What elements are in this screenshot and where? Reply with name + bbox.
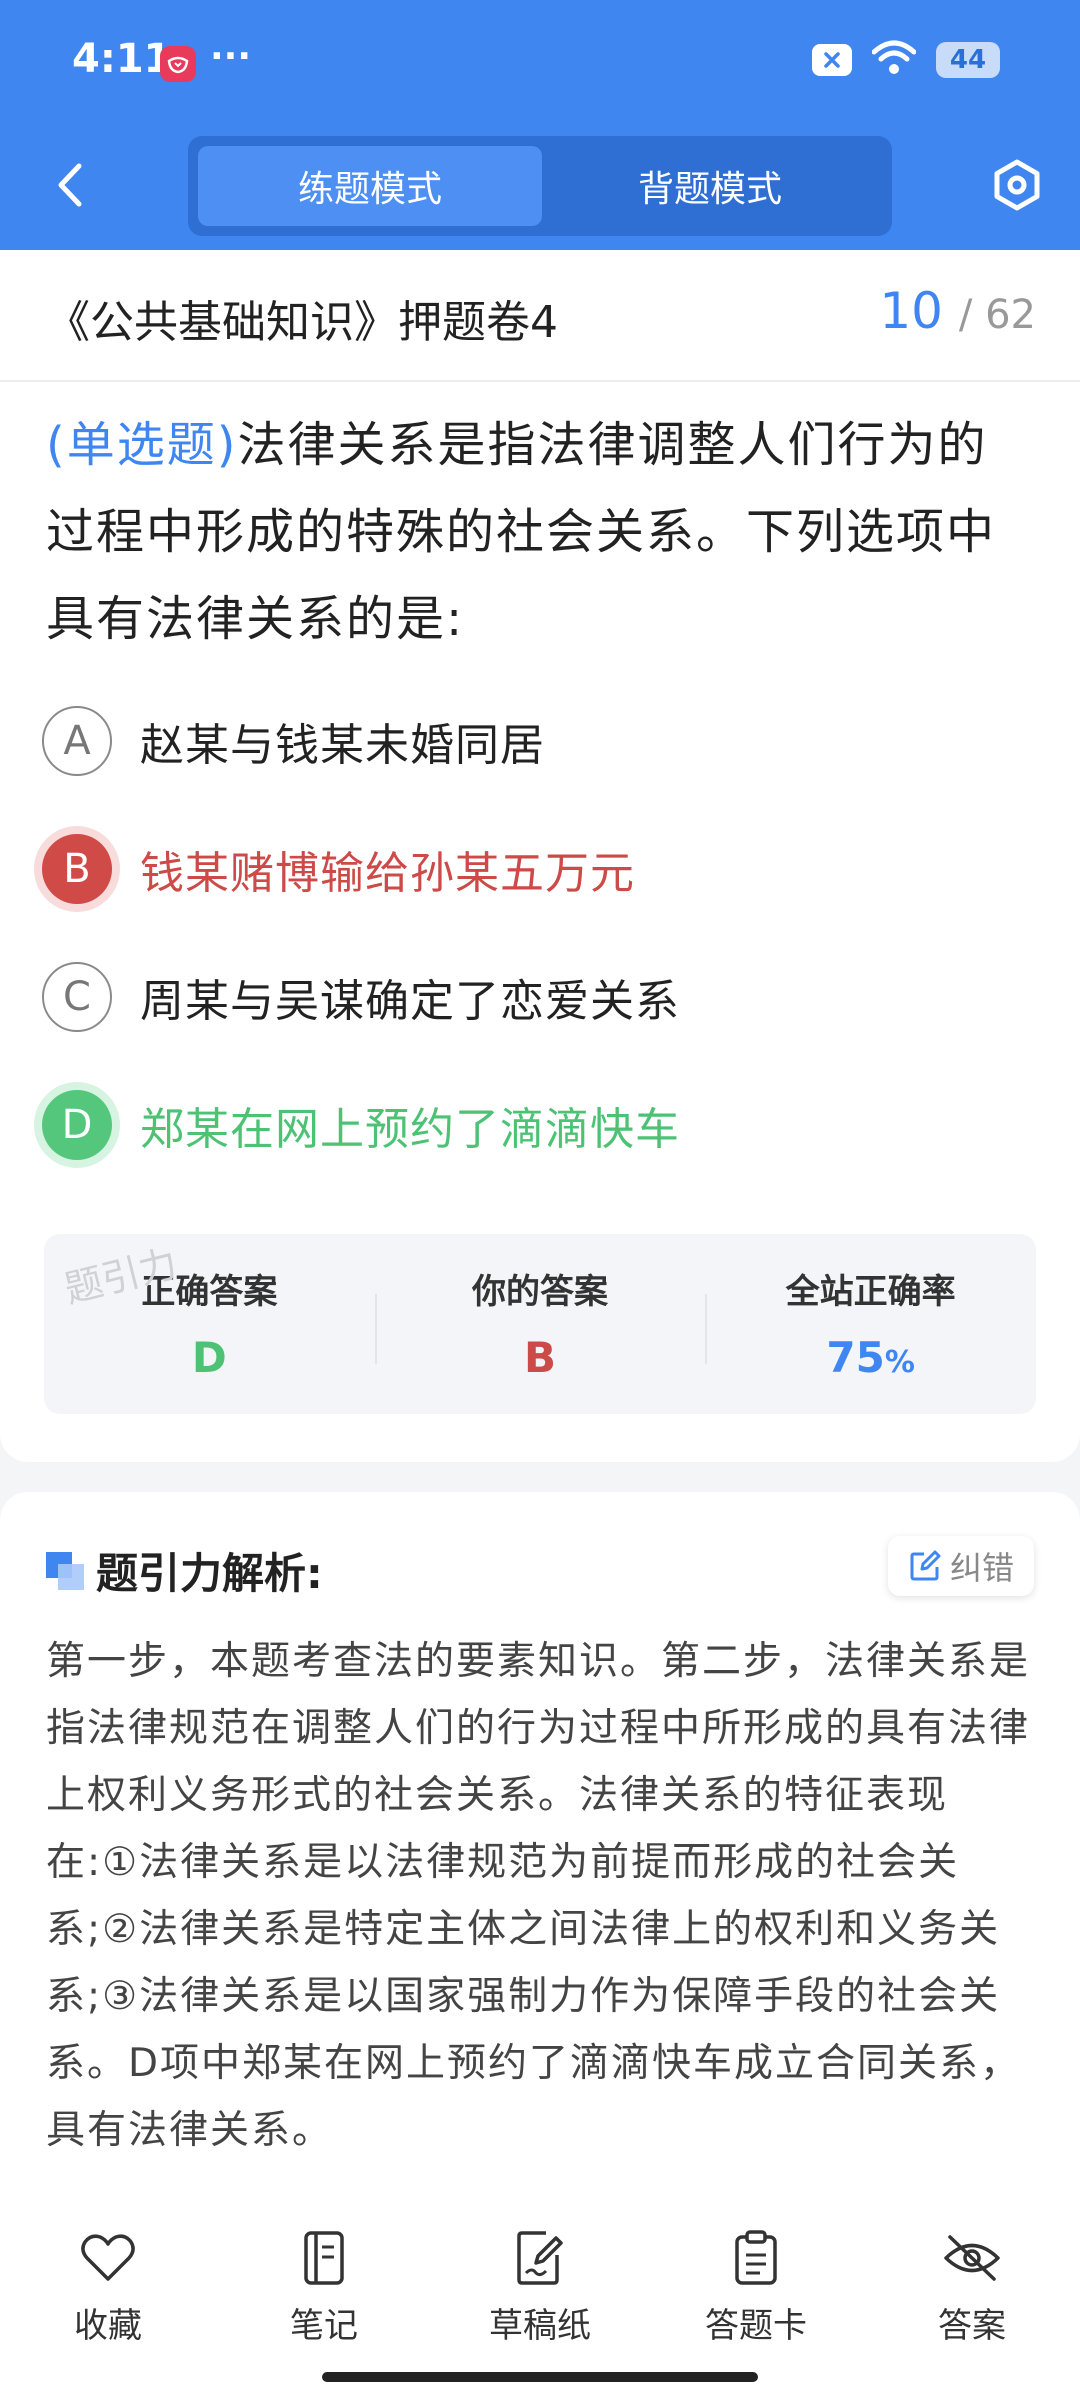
status-icons: 44 xyxy=(812,40,1000,80)
question-type-label: (单选题) xyxy=(46,417,238,473)
show-answer-label: 答案 xyxy=(938,2306,1006,2346)
site-accuracy-stat: 全站正确率 75% xyxy=(705,1234,1036,1414)
question-progress: 10 / 62 xyxy=(879,282,1036,340)
accuracy-number: 75 xyxy=(826,1333,885,1382)
settings-hexagon-icon xyxy=(994,159,1040,211)
notebook-icon xyxy=(304,2231,344,2285)
option-letter-a: A xyxy=(42,706,112,776)
app-notification-icon xyxy=(160,46,196,82)
answer-sheet-button[interactable]: 答题卡 xyxy=(676,2226,836,2347)
report-error-label: 纠错 xyxy=(949,1549,1014,1587)
option-text-a: 赵某与钱某未婚同居 xyxy=(140,720,545,771)
status-bar: 4:11 ··· 44 xyxy=(0,0,1080,120)
option-letter-c: C xyxy=(42,962,112,1032)
heart-icon xyxy=(81,2234,135,2281)
answer-stats-panel: 正确答案 D 你的答案 B 全站正确率 75% xyxy=(44,1234,1036,1414)
top-header: 4:11 ··· 44 练题模式 背题模式 xyxy=(0,0,1080,250)
edit-icon xyxy=(910,1550,941,1581)
show-answer-button[interactable]: 答案 xyxy=(892,2226,1052,2347)
tab-memorize-mode[interactable]: 背题模式 xyxy=(538,146,882,226)
nav-row: 练题模式 背题模式 xyxy=(0,130,1080,240)
battery-indicator: 44 xyxy=(936,42,1000,78)
analysis-title: 题引力解析: xyxy=(96,1549,323,1598)
option-b-wrong[interactable]: B 钱某赌博输给孙某五万元 xyxy=(42,824,1022,914)
site-accuracy-value: 75% xyxy=(705,1333,1036,1382)
bottom-toolbar: 收藏 笔记 草稿纸 答题卡 答案 xyxy=(0,2192,1080,2400)
your-answer-value: B xyxy=(524,1333,557,1382)
analysis-header: 题引力解析: xyxy=(46,1540,323,1601)
your-answer-label: 你的答案 xyxy=(472,1272,608,1312)
analysis-logo-icon xyxy=(46,1551,84,1590)
tab-practice-mode[interactable]: 练题模式 xyxy=(198,146,542,226)
settings-button[interactable] xyxy=(982,150,1052,220)
paper-title-bar: 《公共基础知识》押题卷4 10 / 62 xyxy=(0,250,1080,382)
close-box-icon xyxy=(812,44,852,76)
question-card: 《公共基础知识》押题卷4 10 / 62 (单选题)法律关系是指法律调整人们行为… xyxy=(0,250,1080,1462)
total-questions: / 62 xyxy=(958,292,1036,338)
analysis-text: 第一步，本题考查法的要素知识。第二步，法律关系是指法律规范在调整人们的行为过程中… xyxy=(46,1639,1031,2153)
chevron-left-icon xyxy=(58,163,82,207)
option-d-correct[interactable]: D 郑某在网上预约了滴滴快车 xyxy=(42,1080,1022,1170)
clipboard-icon xyxy=(735,2230,777,2285)
draft-icon xyxy=(517,2231,563,2285)
option-text-b: 钱某赌博输给孙某五万元 xyxy=(140,848,635,899)
option-c[interactable]: C 周某与吴谋确定了恋爱关系 xyxy=(42,952,1022,1042)
back-button[interactable] xyxy=(40,150,100,220)
draft-label: 草稿纸 xyxy=(489,2306,591,2346)
accuracy-unit: % xyxy=(884,1345,915,1380)
eye-off-icon xyxy=(944,2235,1000,2281)
draft-button[interactable]: 草稿纸 xyxy=(460,2226,620,2347)
option-a[interactable]: A 赵某与钱某未婚同居 xyxy=(42,696,1022,786)
option-letter-b: B xyxy=(42,834,112,904)
analysis-card: 题引力解析: 纠错 第一步，本题考查法的要素知识。第二步，法律关系是指法律规范在… xyxy=(0,1492,1080,2192)
answer-sheet-label: 答题卡 xyxy=(705,2306,807,2346)
option-letter-d: D xyxy=(42,1090,112,1160)
status-time: 4:11 xyxy=(72,36,172,82)
mode-switch: 练题模式 背题模式 xyxy=(188,136,892,236)
current-question-number: 10 xyxy=(879,282,943,340)
option-text-d: 郑某在网上预约了滴滴快车 xyxy=(140,1104,680,1155)
notes-label: 笔记 xyxy=(290,2306,358,2346)
paper-title: 《公共基础知识》押题卷4 xyxy=(46,297,558,348)
report-error-button[interactable]: 纠错 xyxy=(887,1536,1034,1596)
your-answer-stat: 你的答案 B xyxy=(374,1234,706,1414)
question-text: (单选题)法律关系是指法律调整人们行为的过程中形成的特殊的社会关系。下列选项中具… xyxy=(46,402,1036,663)
notes-button[interactable]: 笔记 xyxy=(244,2226,404,2347)
site-accuracy-label: 全站正确率 xyxy=(785,1272,956,1312)
wifi-icon xyxy=(871,40,917,80)
correct-answer-value: D xyxy=(191,1333,227,1382)
favorite-button[interactable]: 收藏 xyxy=(28,2226,188,2347)
status-more-indicator: ··· xyxy=(210,36,252,77)
favorite-label: 收藏 xyxy=(74,2306,142,2346)
option-text-c: 周某与吴谋确定了恋爱关系 xyxy=(140,976,680,1027)
home-indicator[interactable] xyxy=(322,2372,758,2382)
